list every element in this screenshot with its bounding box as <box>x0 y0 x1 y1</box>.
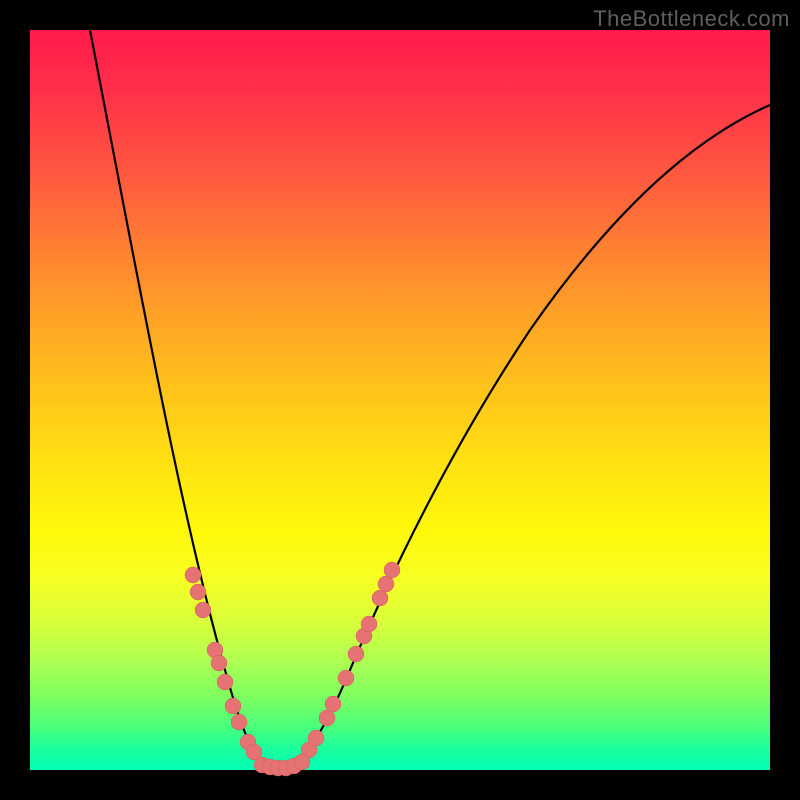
data-dot <box>195 602 211 618</box>
data-dot <box>361 616 377 632</box>
data-dot <box>319 710 335 726</box>
plot-area <box>30 30 770 770</box>
curve-group <box>90 30 770 768</box>
data-dot <box>378 576 394 592</box>
dots-bottom-group <box>254 754 310 776</box>
data-dot <box>384 562 400 578</box>
watermark-text: TheBottleneck.com <box>593 6 790 32</box>
data-dot <box>325 696 341 712</box>
dots-right-group <box>301 562 400 758</box>
data-dot <box>308 730 324 746</box>
data-dot <box>190 584 206 600</box>
data-dot <box>338 670 354 686</box>
curve-left <box>90 30 275 768</box>
curve-right <box>290 105 770 768</box>
data-dot <box>348 646 364 662</box>
data-dot <box>225 698 241 714</box>
chart-frame: TheBottleneck.com <box>0 0 800 800</box>
data-dot <box>217 674 233 690</box>
data-dot <box>294 754 310 770</box>
data-dot <box>372 590 388 606</box>
data-dot <box>185 567 201 583</box>
data-dot <box>231 714 247 730</box>
curve-svg <box>30 30 770 770</box>
data-dot <box>211 655 227 671</box>
dots-left-group <box>185 567 262 760</box>
